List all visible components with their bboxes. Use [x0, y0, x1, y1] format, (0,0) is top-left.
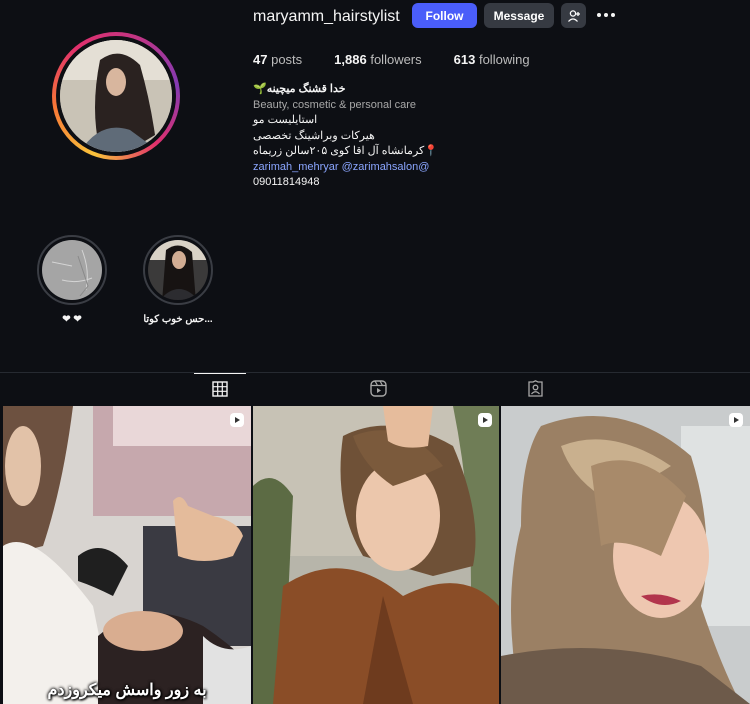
posts-stat: 47 posts: [253, 52, 302, 67]
following-stat[interactable]: 613 following: [454, 52, 530, 67]
more-options-button[interactable]: [596, 8, 616, 22]
avatar-gap: [56, 36, 176, 156]
story-highlight[interactable]: [143, 235, 213, 305]
post-image: [3, 406, 251, 704]
post-caption: به زور واسش میکروزدم: [47, 682, 207, 699]
post-tile[interactable]: [501, 406, 750, 704]
suggested-users-button[interactable]: [561, 3, 586, 28]
message-button[interactable]: Message: [484, 3, 554, 28]
story-highlight[interactable]: [37, 235, 107, 305]
followers-label: followers: [370, 52, 422, 67]
bio-mentions-link[interactable]: zarimah_mehryar @zarimahsalon@: [253, 160, 453, 176]
highlight-cover-image: [42, 240, 102, 300]
profile-username: maryamm_hairstylist: [253, 8, 400, 25]
profile-stats: 47 posts 1,886 followers 613 following: [253, 52, 562, 67]
highlight-cover-image: [148, 240, 208, 300]
avatar[interactable]: [60, 40, 172, 152]
tab-reels[interactable]: [352, 373, 404, 403]
avatar-photo: [60, 40, 172, 152]
highlight-cover: [42, 240, 102, 300]
following-label: following: [478, 52, 530, 67]
more-dot-icon: [611, 13, 615, 17]
bio-line: هیرکات وبراشینگ تخصصی: [253, 129, 375, 142]
reel-badge-icon: [478, 413, 492, 427]
posts-count: 47: [253, 52, 268, 67]
bio-line: 📍کرمانشاه آل اقا کوی ۲۰۵سالن زریماه: [253, 145, 438, 157]
tab-posts[interactable]: [194, 373, 246, 403]
more-dot-icon: [597, 13, 601, 17]
tagged-icon: [527, 379, 543, 397]
more-dot-icon: [604, 13, 608, 17]
posts-label: posts: [271, 52, 303, 67]
bio-line: استایلیست مو: [253, 114, 318, 126]
add-person-icon: [567, 9, 580, 22]
profile-bio: خدا قشنگ میچینه🌱 Beauty, cosmetic & pers…: [253, 82, 453, 191]
follow-button[interactable]: Follow: [412, 3, 477, 28]
profile-avatar-ring[interactable]: [52, 32, 180, 160]
tab-tagged[interactable]: [509, 373, 561, 403]
bio-phone: 09011814948: [253, 176, 320, 188]
highlight-cover: [148, 240, 208, 300]
post-tile[interactable]: به زور واسش میکروزدم: [3, 406, 251, 704]
reels-icon: [369, 379, 387, 397]
profile-display-name: خدا قشنگ میچینه🌱: [253, 83, 346, 95]
grid-icon: [212, 380, 228, 397]
following-count: 613: [453, 52, 476, 67]
reel-badge-icon: [729, 413, 743, 427]
followers-count: 1,886: [334, 52, 367, 67]
followers-stat[interactable]: 1,886 followers: [334, 52, 421, 67]
reel-badge-icon: [230, 413, 244, 427]
post-image: [501, 406, 750, 704]
highlight-label: حس خوب کوتا...: [143, 314, 213, 325]
profile-category: Beauty, cosmetic & personal care: [253, 98, 417, 111]
highlight-label: ❤ ❤: [62, 314, 82, 325]
post-image: [253, 406, 499, 704]
post-tile[interactable]: [253, 406, 499, 704]
